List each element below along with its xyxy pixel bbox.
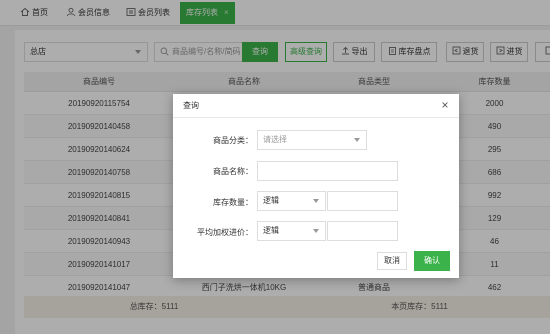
stock-operator-value: 逻辑 bbox=[263, 196, 279, 205]
product-name-input[interactable] bbox=[257, 161, 398, 181]
avg-price-operator-select[interactable]: 逻辑 bbox=[257, 221, 326, 241]
chevron-down-icon bbox=[354, 138, 360, 142]
chevron-down-icon bbox=[313, 229, 319, 233]
chevron-down-icon bbox=[313, 199, 319, 203]
category-select[interactable]: 请选择 bbox=[257, 130, 367, 150]
avg-price-input[interactable] bbox=[327, 221, 398, 241]
stock-operator-select[interactable]: 逻辑 bbox=[257, 191, 326, 211]
category-placeholder: 请选择 bbox=[263, 135, 287, 144]
cancel-button[interactable]: 取消 bbox=[377, 252, 407, 270]
dialog-title: 查询 bbox=[183, 101, 199, 110]
category-label: 商品分类： bbox=[213, 136, 253, 145]
close-icon[interactable]: × bbox=[439, 99, 451, 111]
query-dialog: 查询 × 商品分类： 请选择 商品名称： 库存数量： 逻辑 平均加权进价： 逻辑… bbox=[173, 94, 459, 278]
confirm-button[interactable]: 确认 bbox=[414, 251, 450, 271]
product-name-label: 商品名称： bbox=[213, 167, 253, 176]
stock-qty-input[interactable] bbox=[327, 191, 398, 211]
dialog-header: 查询 × bbox=[173, 94, 459, 118]
avg-price-operator-value: 逻辑 bbox=[263, 226, 279, 235]
avg-price-label: 平均加权进价： bbox=[197, 228, 253, 237]
stock-qty-label: 库存数量： bbox=[213, 198, 253, 207]
